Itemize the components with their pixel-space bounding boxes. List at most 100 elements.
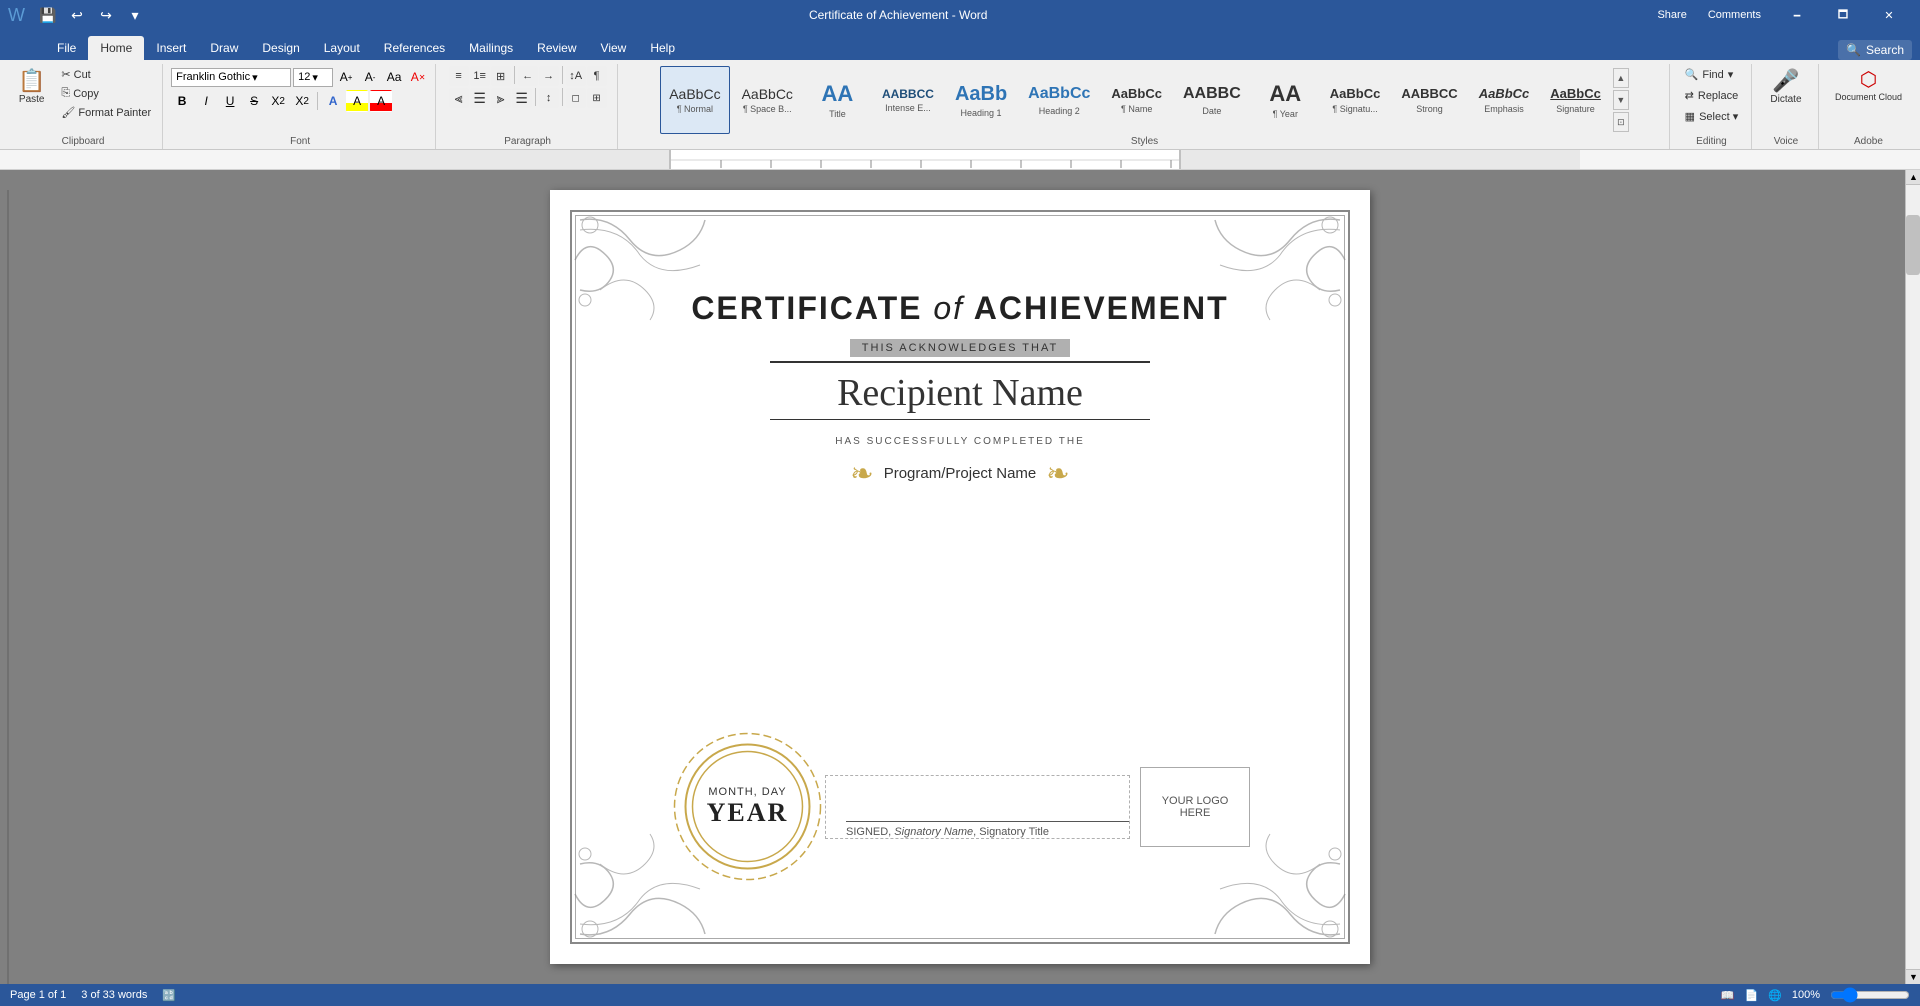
tab-file[interactable]: File (45, 36, 88, 60)
tab-review[interactable]: Review (525, 36, 588, 60)
superscript-button[interactable]: X2 (291, 90, 313, 112)
styles-scroll-up[interactable]: ▲ (1613, 68, 1629, 88)
decrease-indent-button[interactable]: ← (518, 66, 538, 86)
close-button[interactable]: ✕ (1866, 0, 1912, 30)
align-center-button[interactable]: ☰ (470, 88, 490, 108)
font-separator (317, 92, 318, 110)
search-icon: 🔍 (1846, 43, 1861, 57)
tab-insert[interactable]: Insert (144, 36, 198, 60)
shrink-font-button[interactable]: A- (359, 66, 381, 88)
numbering-button[interactable]: 1≡ (470, 66, 490, 86)
spell-check-icon: 🔡 (162, 989, 176, 1002)
show-marks-button[interactable]: ¶ (587, 66, 607, 86)
align-right-button[interactable]: ⫸ (491, 88, 511, 108)
style-normal[interactable]: AaBbCc ¶ Normal (660, 66, 729, 134)
change-case-button[interactable]: Aa (383, 66, 405, 88)
styles-content: AaBbCc ¶ Normal AaBbCc ¶ Space B... AA T… (660, 64, 1629, 134)
save-button[interactable]: 💾 (36, 3, 60, 27)
font-name-selector[interactable]: Franklin Gothic ▾ (171, 68, 291, 87)
tab-view[interactable]: View (589, 36, 639, 60)
certificate-title[interactable]: CERTIFICATE of ACHIEVEMENT (691, 290, 1228, 327)
redo-button[interactable]: ↪ (94, 3, 118, 27)
paste-button[interactable]: 📋 Paste (10, 66, 53, 109)
zoom-slider[interactable] (1830, 987, 1910, 1003)
cert-acknowledges[interactable]: THIS ACKNOWLEDGES THAT (850, 339, 1070, 357)
italic-button[interactable]: I (195, 90, 217, 112)
format-painter-icon: 🖌 (61, 106, 75, 119)
find-button[interactable]: 🔍 Find ▾ (1679, 66, 1740, 83)
replace-button[interactable]: ⇄ Replace (1679, 87, 1745, 104)
quick-access-dropdown[interactable]: ▾ (123, 3, 147, 27)
minimize-button[interactable]: 🗕 (1774, 0, 1820, 30)
line-spacing-button[interactable]: ↕ (539, 88, 559, 108)
tab-layout[interactable]: Layout (312, 36, 372, 60)
tab-draw[interactable]: Draw (198, 36, 250, 60)
styles-scroll-down[interactable]: ▼ (1613, 90, 1629, 110)
sort-button[interactable]: ↕A (566, 66, 586, 86)
style-name[interactable]: AaBbCc ¶ Name (1102, 66, 1171, 134)
underline-button[interactable]: U (219, 90, 241, 112)
cert-logo-box[interactable]: YOUR LOGO HERE (1140, 767, 1250, 847)
increase-indent-button[interactable]: → (539, 66, 559, 86)
justify-button[interactable]: ☰ (512, 88, 532, 108)
subscript-button[interactable]: X2 (267, 90, 289, 112)
scroll-thumb[interactable] (1906, 215, 1920, 275)
doc-cloud-button[interactable]: ⬡ Document Cloud (1827, 66, 1910, 106)
style-intense-emphasis[interactable]: AABBCC Intense E... (873, 66, 943, 134)
cert-completed[interactable]: HAS SUCCESSFULLY COMPLETED THE (835, 436, 1085, 447)
comments-button[interactable]: Comments (1700, 7, 1769, 23)
style-heading1[interactable]: AaBb Heading 1 (946, 66, 1016, 134)
bold-button[interactable]: B (171, 90, 193, 112)
style-strong[interactable]: AABBCC Strong (1392, 66, 1466, 134)
view-print-icon[interactable]: 📄 (1744, 989, 1758, 1002)
cut-button[interactable]: ✂ Cut (56, 66, 156, 83)
tab-design[interactable]: Design (250, 36, 311, 60)
multilevel-button[interactable]: ⊞ (491, 66, 511, 86)
share-button[interactable]: Share (1649, 7, 1694, 23)
style-date[interactable]: AABBC Date (1174, 66, 1250, 134)
text-effects-button[interactable]: A (322, 90, 344, 112)
editing-group: 🔍 Find ▾ ⇄ Replace ▦ Select ▾ Editing (1672, 64, 1752, 149)
style-sig2-preview: AaBbCc (1550, 86, 1601, 102)
view-read-icon[interactable]: 📖 (1721, 989, 1735, 1002)
scroll-down-button[interactable]: ▼ (1906, 969, 1920, 984)
style-emphasis[interactable]: AaBbCc Emphasis (1470, 66, 1539, 134)
maximize-button[interactable]: 🗖 (1820, 0, 1866, 30)
undo-button[interactable]: ↩ (65, 3, 89, 27)
scroll-up-button[interactable]: ▲ (1906, 170, 1920, 185)
copy-button[interactable]: ⎘ Copy (56, 85, 156, 102)
paragraph-content: ≡ 1≡ ⊞ ← → ↕A ¶ ⫷ ☰ ⫸ ☰ ↕ ◻ ⊞ (449, 64, 607, 134)
font-size-selector[interactable]: 12 ▾ (293, 68, 333, 87)
bullets-button[interactable]: ≡ (449, 66, 469, 86)
style-title[interactable]: AA Title (805, 66, 870, 134)
format-painter-button[interactable]: 🖌 Format Painter (56, 104, 156, 121)
cert-program[interactable]: Program/Project Name (884, 465, 1037, 482)
grow-font-button[interactable]: A+ (335, 66, 357, 88)
style-space-before[interactable]: AaBbCc ¶ Space B... (733, 66, 802, 134)
dictate-button[interactable]: 🎤 Dictate (1762, 66, 1809, 109)
tab-home[interactable]: Home (88, 36, 144, 60)
document-title: Certificate of Achievement - Word (152, 8, 1644, 22)
cert-recipient[interactable]: Recipient Name (837, 371, 1083, 415)
style-heading2[interactable]: AaBbCc Heading 2 (1019, 66, 1099, 134)
select-button[interactable]: ▦ Select ▾ (1679, 108, 1745, 125)
font-color-button[interactable]: A (370, 90, 392, 112)
style-year[interactable]: AA ¶ Year (1253, 66, 1318, 134)
strikethrough-button[interactable]: S (243, 90, 265, 112)
tab-references[interactable]: References (372, 36, 457, 60)
styles-expand[interactable]: ⊡ (1613, 112, 1629, 132)
borders-button[interactable]: ⊞ (587, 88, 607, 108)
view-web-icon[interactable]: 🌐 (1768, 989, 1782, 1002)
cert-signed-text[interactable]: SIGNED, Signatory Name, Signatory Title (846, 826, 1129, 838)
document-area[interactable]: CERTIFICATE of ACHIEVEMENT THIS ACKNOWLE… (15, 170, 1905, 984)
shading-button[interactable]: ◻ (566, 88, 586, 108)
highlight-color-button[interactable]: A (346, 90, 368, 112)
voice-group: 🎤 Dictate Voice (1754, 64, 1819, 149)
style-signature2[interactable]: AaBbCc Signature (1541, 66, 1610, 134)
tab-mailings[interactable]: Mailings (457, 36, 525, 60)
tab-help[interactable]: Help (638, 36, 687, 60)
vertical-scrollbar[interactable]: ▲ ▼ (1905, 170, 1920, 984)
style-signature[interactable]: AaBbCc ¶ Signatu... (1321, 66, 1390, 134)
clear-format-button[interactable]: A✕ (407, 66, 429, 88)
align-left-button[interactable]: ⫷ (449, 88, 469, 108)
